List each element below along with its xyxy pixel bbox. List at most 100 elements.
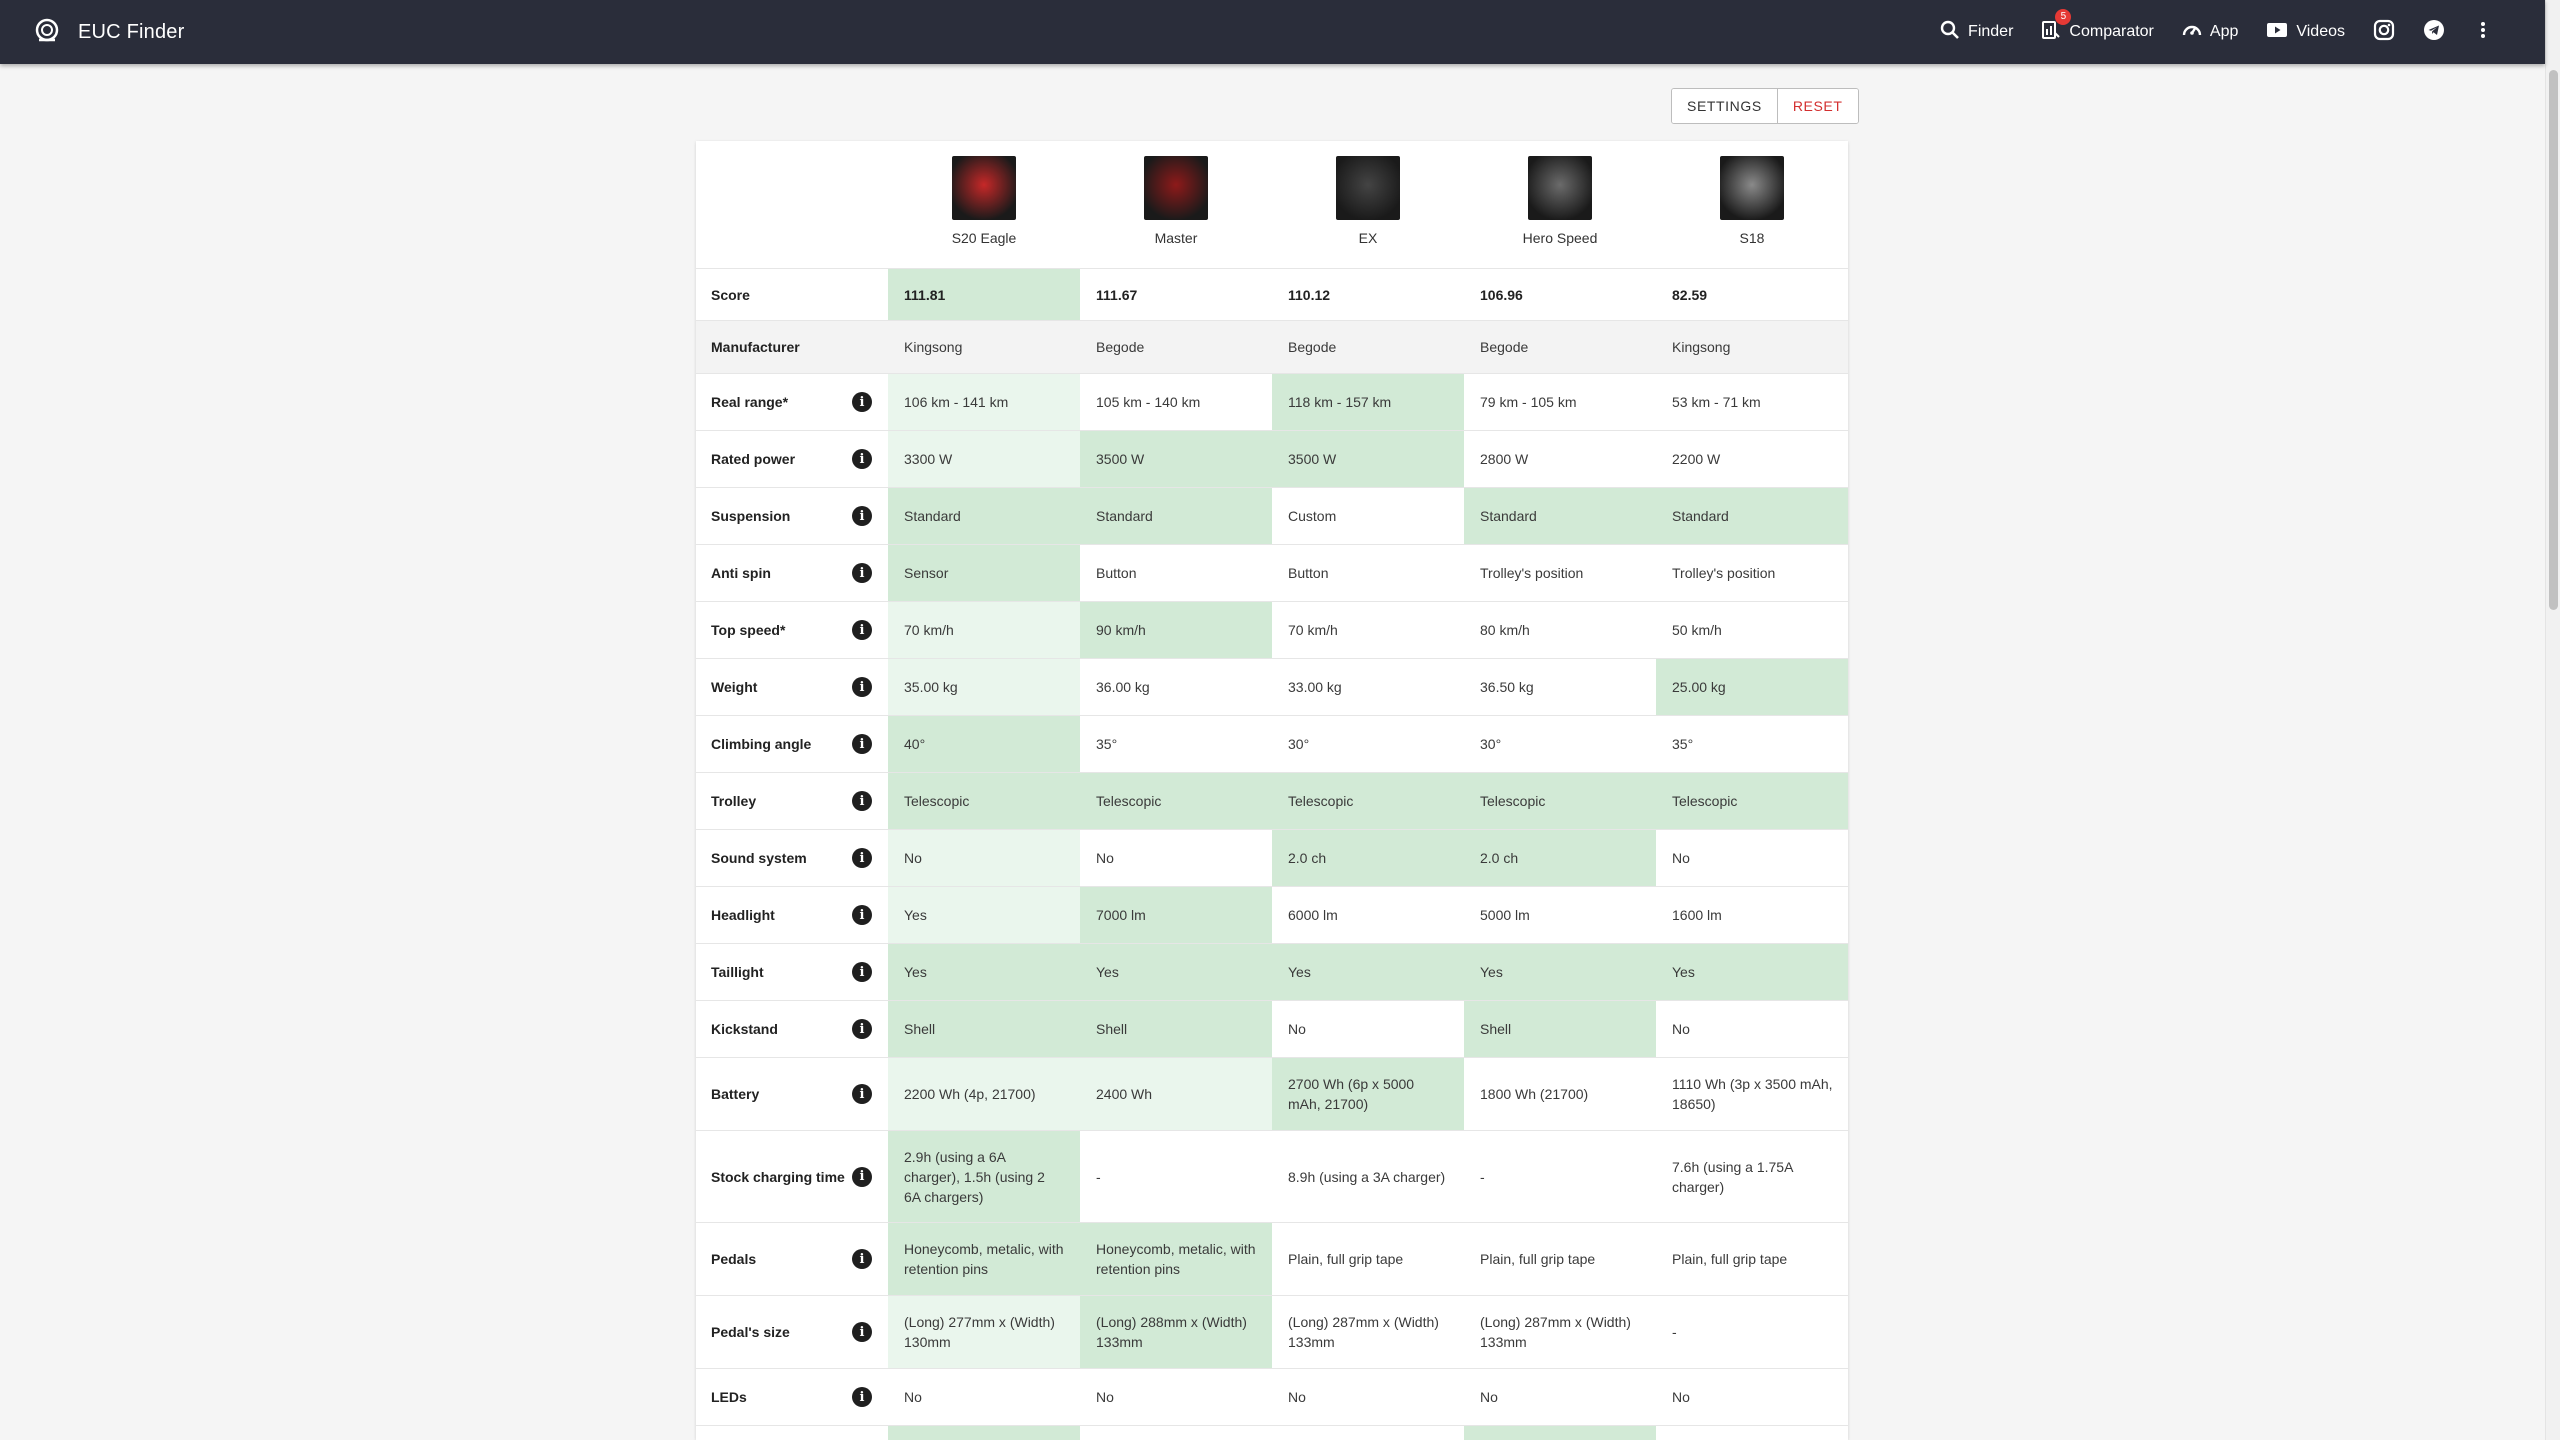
spec-value: 7.6h (using a 1.75A charger) bbox=[1672, 1158, 1793, 1195]
wheel-header[interactable]: S18 bbox=[1656, 141, 1848, 268]
spec-label: Trolley bbox=[711, 793, 757, 809]
wheel-header[interactable]: EX bbox=[1272, 141, 1464, 268]
spec-row: Suspension i Standard Standard Custom Standar… bbox=[696, 488, 1848, 545]
spec-value: 2700 Wh (6p x 5000 mAh, 21700) bbox=[1272, 1058, 1464, 1130]
info-icon[interactable]: i bbox=[852, 1084, 872, 1104]
spec-value: Sensor bbox=[888, 545, 1080, 601]
settings-button[interactable]: SETTINGS bbox=[1672, 89, 1778, 123]
nav-more[interactable] bbox=[2459, 0, 2507, 64]
spec-value: Standard bbox=[888, 488, 1080, 544]
table-actions: SETTINGS RESET bbox=[1671, 88, 1859, 124]
vertical-scrollbar[interactable] bbox=[2545, 0, 2560, 1440]
info-icon[interactable]: i bbox=[852, 905, 872, 925]
spec-label: Suspension bbox=[711, 508, 791, 524]
wheel-name: Hero Speed bbox=[1522, 230, 1598, 246]
spec-value: 35° bbox=[1096, 736, 1118, 752]
spec-value: 30° bbox=[1288, 736, 1310, 752]
spec-label: Pedal's size bbox=[711, 1324, 790, 1340]
spec-value: 3300 W bbox=[888, 431, 1080, 487]
wheel-header[interactable]: Master bbox=[1080, 141, 1272, 268]
spec-value: 36.00 kg bbox=[1096, 679, 1150, 695]
spec-value: 6000 lm bbox=[1288, 907, 1338, 923]
spec-value: 111.81 bbox=[888, 269, 1080, 320]
info-icon[interactable]: i bbox=[852, 620, 872, 640]
nav-comparator[interactable]: 5 Comparator bbox=[2027, 0, 2167, 64]
wheel-name: EX bbox=[1358, 230, 1378, 246]
spec-value: - bbox=[1096, 1168, 1101, 1185]
reset-button[interactable]: RESET bbox=[1777, 89, 1858, 123]
spec-label: Climbing angle bbox=[711, 736, 812, 752]
nav-videos-label: Videos bbox=[2296, 23, 2345, 40]
info-icon[interactable]: i bbox=[852, 392, 872, 412]
spec-value: Begode bbox=[1480, 339, 1529, 355]
nav-comparator-label: Comparator bbox=[2069, 23, 2154, 40]
spec-value: 1600 lm bbox=[1672, 907, 1722, 923]
brand-link[interactable]: EUC Finder bbox=[34, 17, 184, 48]
spec-value: No bbox=[1672, 850, 1690, 866]
info-icon[interactable]: i bbox=[852, 962, 872, 982]
spec-value: 1110 Wh (3p x 3500 mAh, 18650) bbox=[1672, 1076, 1833, 1112]
spec-value: Telescopic bbox=[1656, 773, 1848, 829]
spec-value: Telescopic bbox=[1464, 773, 1656, 829]
spec-value: Plain, full grip tape bbox=[1288, 1251, 1404, 1267]
spec-label: Top speed* bbox=[711, 622, 786, 638]
nav-telegram[interactable] bbox=[2409, 0, 2459, 64]
spec-label-cell: Kickstand i bbox=[696, 1001, 888, 1057]
spec-value: Begode bbox=[1096, 339, 1145, 355]
nav-app-label: App bbox=[2209, 23, 2239, 40]
spec-value: Telescopic bbox=[1080, 773, 1272, 829]
comparison-table: S20 Eagle Master EX Hero Speed S18 Score 111.… bbox=[696, 141, 1848, 1440]
spec-label-cell: Pedal's size i bbox=[696, 1296, 888, 1368]
spec-label-cell: Sound system i bbox=[696, 830, 888, 886]
info-icon[interactable]: i bbox=[852, 677, 872, 697]
info-icon[interactable]: i bbox=[852, 1166, 872, 1187]
spec-label: Manufacturer bbox=[711, 339, 800, 355]
info-icon[interactable]: i bbox=[852, 791, 872, 811]
spec-row: Sound system i No No 2.0 ch 2.0 ch No bbox=[696, 830, 1848, 887]
spec-value: 70 km/h bbox=[888, 602, 1080, 658]
spec-value: No bbox=[1288, 1021, 1306, 1037]
wheel-name: S20 Eagle bbox=[951, 230, 1017, 246]
speedometer-icon bbox=[2182, 20, 2210, 45]
info-icon[interactable]: i bbox=[852, 1019, 872, 1039]
nav-app[interactable]: App bbox=[2168, 0, 2252, 64]
nav-videos[interactable]: Videos bbox=[2252, 0, 2359, 64]
wheel-thumbnail bbox=[952, 156, 1016, 220]
info-icon[interactable]: i bbox=[852, 1387, 872, 1407]
spec-row: Headlight i Yes 7000 lm 6000 lm 5000 lm 1600 l… bbox=[696, 887, 1848, 944]
spec-value: 36.50 kg bbox=[1480, 679, 1534, 695]
spec-label-cell: Stock charging time i bbox=[696, 1131, 888, 1222]
info-icon[interactable]: i bbox=[852, 449, 872, 469]
wheel-header[interactable]: Hero Speed bbox=[1464, 141, 1656, 268]
spec-value: 33.00 kg bbox=[1288, 679, 1342, 695]
spec-value: 7000 lm bbox=[1080, 887, 1272, 943]
more-vertical-icon bbox=[2473, 20, 2493, 45]
spec-value: - bbox=[1672, 1324, 1677, 1340]
spec-value bbox=[1080, 1426, 1272, 1440]
info-icon[interactable]: i bbox=[852, 1249, 872, 1269]
nav-finder-label: Finder bbox=[1968, 23, 2014, 40]
spec-label-cell: Score bbox=[696, 269, 888, 320]
nav-instagram[interactable] bbox=[2359, 0, 2409, 64]
spec-value: 106.96 bbox=[1480, 286, 1523, 303]
info-icon[interactable]: i bbox=[852, 848, 872, 868]
spec-value: 8.9h (using a 3A charger) bbox=[1288, 1168, 1446, 1185]
spec-value bbox=[1656, 1426, 1848, 1440]
spec-value: Button bbox=[1096, 565, 1137, 581]
spec-value: No bbox=[1288, 1389, 1306, 1405]
info-icon[interactable]: i bbox=[852, 1322, 872, 1342]
spec-value: Yes bbox=[1272, 944, 1464, 1000]
spec-label-cell: Top speed* i bbox=[696, 602, 888, 658]
info-icon[interactable]: i bbox=[852, 563, 872, 583]
scrollbar-thumb[interactable] bbox=[2549, 70, 2558, 610]
nav-finder[interactable]: Finder bbox=[1926, 0, 2027, 64]
spec-value: Standard bbox=[1464, 488, 1656, 544]
spec-row: Weight i 35.00 kg 36.00 kg 33.00 kg 36.50 kg 2… bbox=[696, 659, 1848, 716]
spec-value: 105 km - 140 km bbox=[1096, 394, 1201, 410]
info-icon[interactable]: i bbox=[852, 734, 872, 754]
info-icon[interactable]: i bbox=[852, 506, 872, 526]
wheel-header[interactable]: S20 Eagle bbox=[888, 141, 1080, 268]
spec-value: (Long) 277mm x (Width) 130mm bbox=[888, 1296, 1080, 1368]
spec-value: 2.9h (using a 6A charger), 1.5h (using 2… bbox=[888, 1131, 1080, 1222]
spec-value: Button bbox=[1288, 565, 1329, 581]
